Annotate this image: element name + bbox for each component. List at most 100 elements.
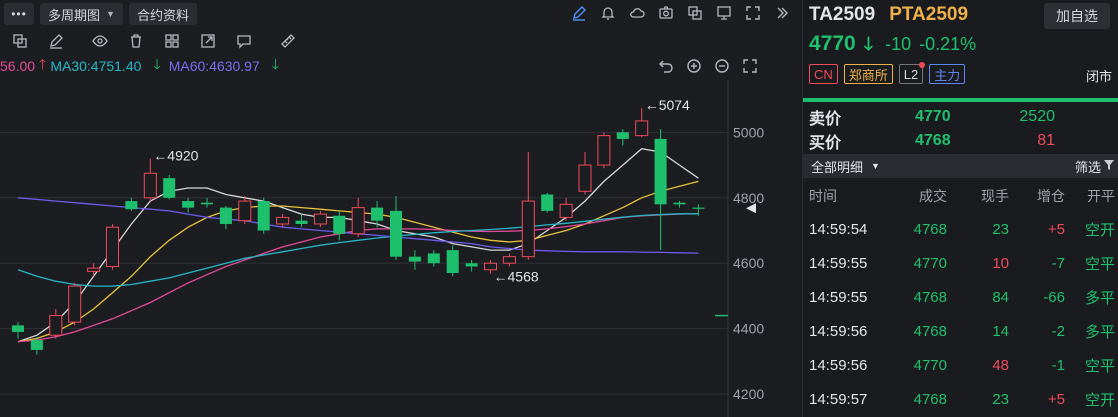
tag-l2-label: L2 [903, 66, 919, 82]
trade-type: 多平 [1084, 289, 1115, 307]
candle-body [616, 132, 629, 139]
trade-time: 14:59:57 [809, 390, 868, 408]
candle [673, 201, 686, 208]
candle [333, 210, 346, 241]
add-favorite-button[interactable]: 加自选 [1044, 3, 1110, 29]
bid-volume: 81 [1037, 132, 1055, 149]
y-axis-ticks: 5000 4800 4600 4400 4200 [733, 124, 764, 402]
detail-tabs-bar: 全部明细 ▼ 筛选 [803, 154, 1118, 178]
contract-code: TA2509 [809, 4, 876, 25]
bid-row: 买价 4768 81 [809, 130, 1109, 152]
candle [219, 205, 232, 229]
candle-body [182, 201, 195, 208]
trade-type: 空开 [1084, 391, 1115, 409]
candle [351, 197, 365, 238]
candle-body [30, 340, 43, 350]
quote-panel: TA2509 PTA2509 加自选 4770 🡓 -10 -0.21% CN … [802, 0, 1118, 417]
external-link-icon[interactable] [198, 31, 218, 51]
layers-icon[interactable] [10, 31, 30, 51]
tag-main-contract: 主力 [929, 64, 966, 84]
candle-body [49, 315, 63, 336]
trade-volume: 14 [992, 322, 1009, 340]
col-volume: 现手 [981, 188, 1009, 204]
menu-button[interactable]: ••• [4, 3, 34, 25]
reset-view-icon[interactable] [740, 56, 760, 76]
candle [578, 151, 592, 195]
contract-header: TA2509 PTA2509 [809, 4, 968, 26]
candle [427, 250, 440, 267]
trash-icon[interactable] [126, 31, 146, 51]
zoom-in-icon[interactable] [684, 56, 704, 76]
y-tick-label: 4200 [733, 386, 764, 402]
window-copy-icon[interactable] [685, 3, 705, 23]
chart-toolbar: ••• 多周期图 ▼ 合约资料 [0, 0, 800, 28]
trade-type: 空开 [1084, 221, 1115, 239]
candle [257, 197, 270, 234]
draw-pen-icon[interactable] [569, 3, 589, 23]
ma60-value: MA60:4630.97 [168, 58, 260, 74]
undo-icon[interactable] [656, 56, 676, 76]
tag-exchange: 郑商所 [843, 64, 893, 84]
trade-price: 4768 [913, 322, 947, 340]
candle-body [578, 164, 592, 192]
detail-dropdown[interactable]: 全部明细 ▼ [811, 157, 880, 176]
price-summary: 4770 🡓 -10 -0.21% [809, 32, 976, 62]
candle [106, 223, 119, 270]
order-balance-bar [803, 98, 1118, 102]
candle [390, 196, 402, 260]
candle-body [276, 216, 290, 225]
double-chevron-right-icon[interactable] [772, 3, 792, 23]
comment-icon[interactable] [234, 31, 254, 51]
cloud-icon[interactable] [627, 3, 647, 23]
arrow-down-icon: 🡓 [153, 56, 161, 72]
trade-volume: 23 [992, 220, 1009, 238]
price-change: -10 [885, 34, 912, 54]
filter-button[interactable]: 筛选 [1075, 157, 1115, 176]
price-change-pct: -0.21% [919, 34, 977, 54]
ask-label: 卖价 [809, 111, 842, 128]
trade-row: 14:59:57 4768 23 +5 空开 [803, 382, 1118, 416]
trade-volume: 10 [992, 254, 1009, 272]
bell-icon[interactable] [598, 3, 618, 23]
candle-body [390, 210, 402, 257]
kline-chart[interactable]: 5000 4800 4600 4400 4200 ←5074 ←4920 ←4568 [0, 80, 800, 417]
zoom-out-icon[interactable] [712, 56, 732, 76]
candle-body [295, 220, 308, 224]
trade-type: 多平 [1084, 323, 1115, 341]
trade-row: 14:59:55 4770 10 -7 空平 [803, 246, 1118, 280]
filter-label: 筛选 [1074, 159, 1101, 175]
ruler-icon[interactable] [278, 31, 298, 51]
tag-l2[interactable]: L2 [898, 62, 926, 84]
candle [502, 253, 516, 267]
contract-info-button[interactable]: 合约资料 [128, 3, 197, 25]
candle-body [559, 203, 573, 218]
candle-body [502, 256, 516, 264]
monitor-icon[interactable] [714, 3, 734, 23]
candle-body [521, 200, 535, 258]
trade-oi-change: +5 [1047, 390, 1065, 408]
candle [125, 197, 138, 211]
bid-price: 4768 [915, 132, 951, 149]
market-status: 闭市 [1085, 69, 1112, 84]
eye-icon[interactable] [90, 31, 110, 51]
trade-volume: 48 [992, 356, 1009, 374]
grid-icon[interactable] [162, 31, 182, 51]
candle [313, 210, 327, 228]
fullscreen-icon[interactable] [743, 3, 763, 23]
candle-body [427, 253, 440, 264]
candle [182, 197, 195, 213]
trade-volume: 23 [992, 390, 1009, 408]
edit-icon[interactable] [46, 31, 66, 51]
last-price: 4770 [809, 32, 856, 55]
candle-body [219, 207, 232, 224]
col-open-close: 开平 [1087, 188, 1115, 204]
candle [87, 263, 101, 277]
candle-body [201, 202, 213, 205]
candle-body [446, 250, 459, 274]
ask-row: 卖价 4770 2520 [809, 106, 1109, 128]
candle-body [465, 263, 478, 267]
camera-icon[interactable] [656, 3, 676, 23]
chart-panel: ••• 多周期图 ▼ 合约资料 56.00 🡑 MA30:4751.40 🡓 M… [0, 0, 800, 417]
multi-period-dropdown[interactable]: 多周期图 ▼ [40, 3, 123, 25]
trade-row: 14:59:55 4768 84 -66 多平 [803, 280, 1118, 314]
